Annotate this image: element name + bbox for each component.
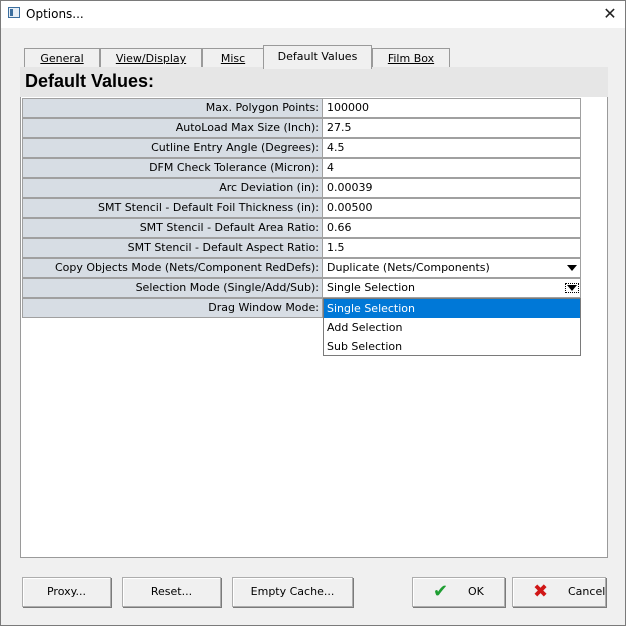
property-row: DFM Check Tolerance (Micron): 4 <box>22 158 581 178</box>
property-label: SMT Stencil - Default Foil Thickness (in… <box>22 198 323 218</box>
property-value[interactable]: 100000 <box>323 98 581 118</box>
property-row: Arc Deviation (in): 0.00039 <box>22 178 581 198</box>
tab-misc-label: Misc <box>220 52 246 65</box>
panel-heading: Default Values: <box>20 67 608 97</box>
property-row: Copy Objects Mode (Nets/Component RedDef… <box>22 258 581 278</box>
tab-general[interactable]: General <box>24 48 100 68</box>
chevron-down-icon[interactable] <box>567 265 577 271</box>
property-value[interactable]: 0.00500 <box>323 198 581 218</box>
tab-film-box[interactable]: Film Box <box>372 48 450 68</box>
dropdown-option[interactable]: Add Selection <box>324 318 580 337</box>
chevron-down-icon[interactable] <box>565 283 579 293</box>
property-row: Selection Mode (Single/Add/Sub): Single … <box>22 278 581 298</box>
proxy-button[interactable]: Proxy... <box>22 577 111 607</box>
property-label: Selection Mode (Single/Add/Sub): <box>22 278 323 298</box>
close-button[interactable]: ✕ <box>595 1 625 28</box>
options-dialog: Options... ✕ General View/Display Misc D… <box>0 0 626 626</box>
cancel-button[interactable]: ✖ Cancel <box>512 577 606 607</box>
property-value[interactable]: 4.5 <box>323 138 581 158</box>
property-label: Cutline Entry Angle (Degrees): <box>22 138 323 158</box>
property-value[interactable]: 1.5 <box>323 238 581 258</box>
tab-default-values[interactable]: Default Values <box>263 45 372 69</box>
selection-mode-dropdown-list: Single Selection Add Selection Sub Selec… <box>323 298 581 356</box>
copy-objects-mode-select[interactable]: Duplicate (Nets/Components) <box>323 258 581 278</box>
cancel-button-label: Cancel <box>568 585 606 598</box>
property-label: DFM Check Tolerance (Micron): <box>22 158 323 178</box>
check-icon: ✔ <box>433 581 449 602</box>
property-label: Copy Objects Mode (Nets/Component RedDef… <box>22 258 323 278</box>
panel-heading-text: Default Values: <box>25 71 155 91</box>
tab-film-box-label: Film Box <box>387 52 435 65</box>
property-label: Arc Deviation (in): <box>22 178 323 198</box>
tab-view-display-label: View/Display <box>115 52 187 65</box>
reset-button[interactable]: Reset... <box>122 577 221 607</box>
ok-button[interactable]: ✔ OK <box>412 577 505 607</box>
selection-mode-select[interactable]: Single Selection <box>323 278 581 298</box>
property-row: Max. Polygon Points: 100000 <box>22 98 581 118</box>
dropdown-option[interactable]: Single Selection <box>324 299 580 318</box>
property-row: SMT Stencil - Default Foil Thickness (in… <box>22 198 581 218</box>
dropdown-option[interactable]: Sub Selection <box>324 337 580 356</box>
property-label: Max. Polygon Points: <box>22 98 323 118</box>
property-value[interactable]: 0.66 <box>323 218 581 238</box>
tab-misc[interactable]: Misc <box>202 48 264 68</box>
property-label: Drag Window Mode: <box>22 298 323 318</box>
app-icon <box>8 7 20 18</box>
property-label: SMT Stencil - Default Aspect Ratio: <box>22 238 323 258</box>
select-value: Single Selection <box>327 281 416 294</box>
ok-button-label: OK <box>468 585 484 598</box>
empty-cache-button[interactable]: Empty Cache... <box>232 577 353 607</box>
property-row: SMT Stencil - Default Aspect Ratio: 1.5 <box>22 238 581 258</box>
property-row: AutoLoad Max Size (Inch): 27.5 <box>22 118 581 138</box>
tab-general-label: General <box>40 52 84 65</box>
property-row: SMT Stencil - Default Area Ratio: 0.66 <box>22 218 581 238</box>
tab-view-display[interactable]: View/Display <box>100 48 202 68</box>
property-row: Cutline Entry Angle (Degrees): 4.5 <box>22 138 581 158</box>
window-title: Options... <box>26 7 84 21</box>
title-bar: Options... ✕ <box>1 1 625 28</box>
property-value[interactable]: 27.5 <box>323 118 581 138</box>
property-label: SMT Stencil - Default Area Ratio: <box>22 218 323 238</box>
x-icon: ✖ <box>533 581 549 602</box>
select-value: Duplicate (Nets/Components) <box>327 261 490 274</box>
property-label: AutoLoad Max Size (Inch): <box>22 118 323 138</box>
tab-default-values-label: Default Values <box>277 50 358 63</box>
property-value[interactable]: 4 <box>323 158 581 178</box>
property-value[interactable]: 0.00039 <box>323 178 581 198</box>
